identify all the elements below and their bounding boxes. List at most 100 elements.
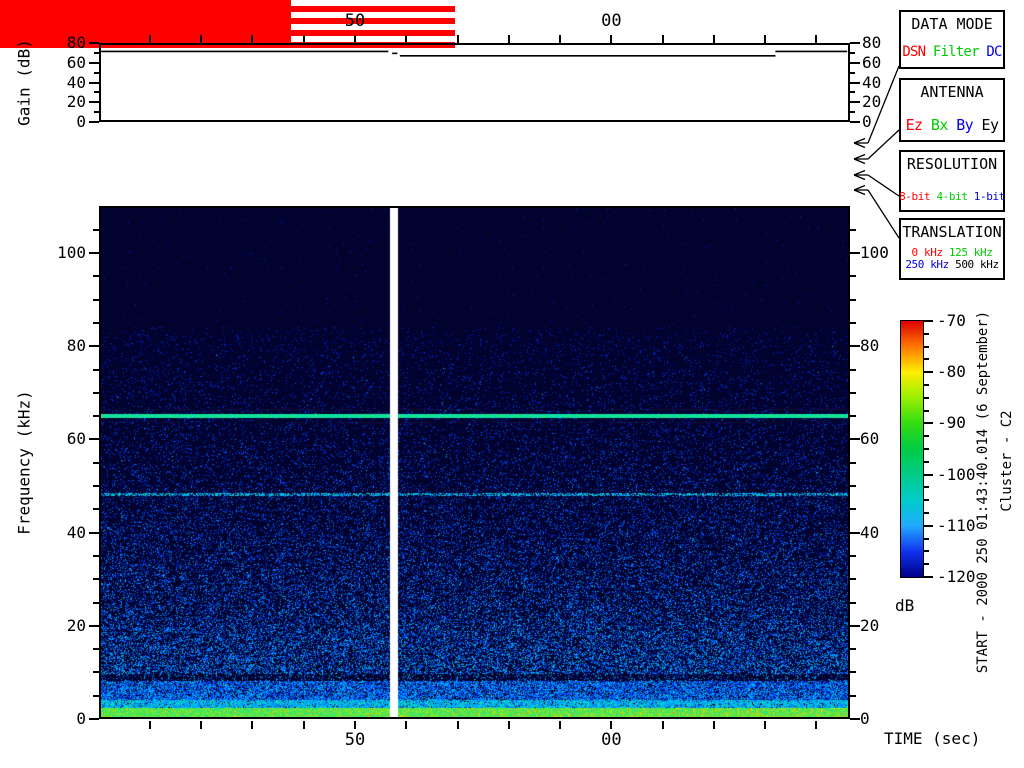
frequency-left-tick xyxy=(93,415,99,417)
frequency-right-tick-label: 0 xyxy=(860,709,870,728)
frequency-left-tick xyxy=(93,671,99,673)
bottom-time-tick-label: 50 xyxy=(344,730,366,750)
legend-item-resolution-4-bit: 4-bit xyxy=(936,189,968,203)
legend-box-title-data-mode: DATA MODE xyxy=(911,15,993,33)
bottom-time-tick-label: 00 xyxy=(601,730,622,750)
gain-left-tick xyxy=(89,62,99,64)
frequency-right-tick-label: 40 xyxy=(860,523,880,542)
frequency-left-tick xyxy=(93,695,99,697)
gain-left-tick xyxy=(94,72,99,74)
frequency-right-tick xyxy=(850,508,856,510)
spectrogram-time-tick xyxy=(303,721,305,729)
frequency-left-tick-label: 60 xyxy=(66,429,86,448)
spectrogram-canvas xyxy=(99,206,850,719)
colorbar-tick xyxy=(924,448,929,450)
gain-top-time-tick xyxy=(713,35,715,43)
legend-box-title-antenna: ANTENNA xyxy=(920,83,984,101)
gain-top-time-tick xyxy=(764,35,766,43)
colorbar-tick xyxy=(924,499,929,501)
legend-item-antenna-bx: Bx xyxy=(930,115,948,134)
legend-item-resolution-8-bit: 8-bit xyxy=(899,189,931,203)
colorbar-tick-label: -120 xyxy=(937,567,976,586)
frequency-axis-title: Frequency (kHz) xyxy=(14,390,34,535)
time-axis-title: TIME (sec) xyxy=(884,729,981,748)
frequency-left-tick xyxy=(93,322,99,324)
legend-box-line-antenna-0: Ez Bx By Ey xyxy=(906,115,999,134)
colorbar-tick xyxy=(924,550,929,552)
legend-item-translation-0-khz: 0 kHz xyxy=(911,245,944,259)
spectrogram-time-tick xyxy=(815,721,817,729)
legend-item-resolution-1-bit: 1-bit xyxy=(973,189,1006,203)
spectrogram-time-tick xyxy=(200,721,202,729)
frequency-left-tick xyxy=(93,485,99,487)
colorbar-tick-label: -70 xyxy=(937,311,966,330)
frequency-right-tick xyxy=(850,438,860,440)
colorbar-tick xyxy=(924,397,929,399)
gain-top-time-tick xyxy=(610,35,612,43)
frequency-right-tick xyxy=(850,625,860,627)
frequency-left-tick xyxy=(89,438,99,440)
gain-top-time-tick xyxy=(662,35,664,43)
gain-right-tick xyxy=(850,72,855,74)
frequency-left-tick-label: 100 xyxy=(57,243,86,262)
frequency-right-tick xyxy=(850,485,856,487)
colorbar-tick xyxy=(924,422,933,424)
gain-left-tick xyxy=(89,121,99,123)
frequency-left-tick xyxy=(89,625,99,627)
gain-left-tick xyxy=(89,42,99,44)
gain-left-tick xyxy=(89,82,99,84)
legend-item-translation-500-khz: 500 kHz xyxy=(955,257,999,271)
frequency-right-tick xyxy=(850,299,856,301)
gain-left-tick-label: 80 xyxy=(66,33,86,52)
frequency-right-tick xyxy=(850,252,860,254)
frequency-right-tick xyxy=(850,718,860,720)
arrowhead-upper-resolution xyxy=(853,169,866,176)
top-time-tick-label: 50 xyxy=(344,11,366,31)
wbd-plot-page: Gain (dB) Frequency (kHz) TIME (sec) dB … xyxy=(0,0,1024,768)
legend-item-antenna-ey: Ey xyxy=(981,115,999,134)
gain-top-time-tick xyxy=(303,35,305,43)
gain-left-tick xyxy=(94,91,99,93)
legend-box-data-mode: DATA MODE DSN Filter DC xyxy=(899,10,1005,69)
frequency-left-tick xyxy=(93,555,99,557)
gain-right-tick xyxy=(850,42,860,44)
colorbar-tick xyxy=(924,333,929,335)
spectrogram-time-tick xyxy=(149,721,151,729)
frequency-right-tick xyxy=(850,578,856,580)
gain-right-tick xyxy=(850,82,860,84)
colorbar-tick xyxy=(924,486,929,488)
arrowhead-lower-resolution xyxy=(853,174,866,181)
legend-box-line-resolution-0: 8-bit 4-bit 1-bit xyxy=(899,189,1006,203)
spectrogram-time-tick xyxy=(405,721,407,729)
frequency-left-tick-label: 80 xyxy=(66,336,86,355)
gain-top-time-tick xyxy=(149,35,151,43)
frequency-right-tick xyxy=(850,345,860,347)
frequency-left-tick-label: 40 xyxy=(66,523,86,542)
gain-right-tick xyxy=(850,101,860,103)
frequency-right-tick xyxy=(850,275,856,277)
connector-line-translation xyxy=(867,189,900,239)
spectrogram-time-tick xyxy=(457,721,459,729)
spectrogram-time-tick xyxy=(662,721,664,729)
frequency-left-tick xyxy=(93,462,99,464)
gain-left-tick xyxy=(89,101,99,103)
spectrogram-time-tick xyxy=(508,721,510,729)
gain-left-tick-label: 40 xyxy=(66,73,86,92)
legend-box-translation: TRANSLATION 0 kHz 125 kHz 250 kHz 500 kHz xyxy=(899,218,1005,280)
legend-box-title-translation: TRANSLATION xyxy=(902,223,1002,241)
spectrogram-time-tick xyxy=(764,721,766,729)
colorbar-unit-label: dB xyxy=(895,596,915,615)
frequency-right-tick xyxy=(850,392,856,394)
gain-top-time-tick xyxy=(200,35,202,43)
legend-item-data-mode-dc: DC xyxy=(986,43,1002,60)
gain-right-tick-label: 80 xyxy=(862,33,882,52)
gain-right-tick xyxy=(850,52,855,54)
gain-right-tick-label: 60 xyxy=(862,53,882,72)
gain-top-time-tick xyxy=(559,35,561,43)
frequency-left-tick xyxy=(93,275,99,277)
colorbar-tick xyxy=(924,346,929,348)
legend-box-items-resolution: 8-bit 4-bit 1-bit xyxy=(899,189,1006,203)
gain-left-tick xyxy=(94,52,99,54)
legend-box-line-data-mode-0: DSN Filter DC xyxy=(902,43,1002,60)
frequency-left-tick-label: 20 xyxy=(66,616,86,635)
